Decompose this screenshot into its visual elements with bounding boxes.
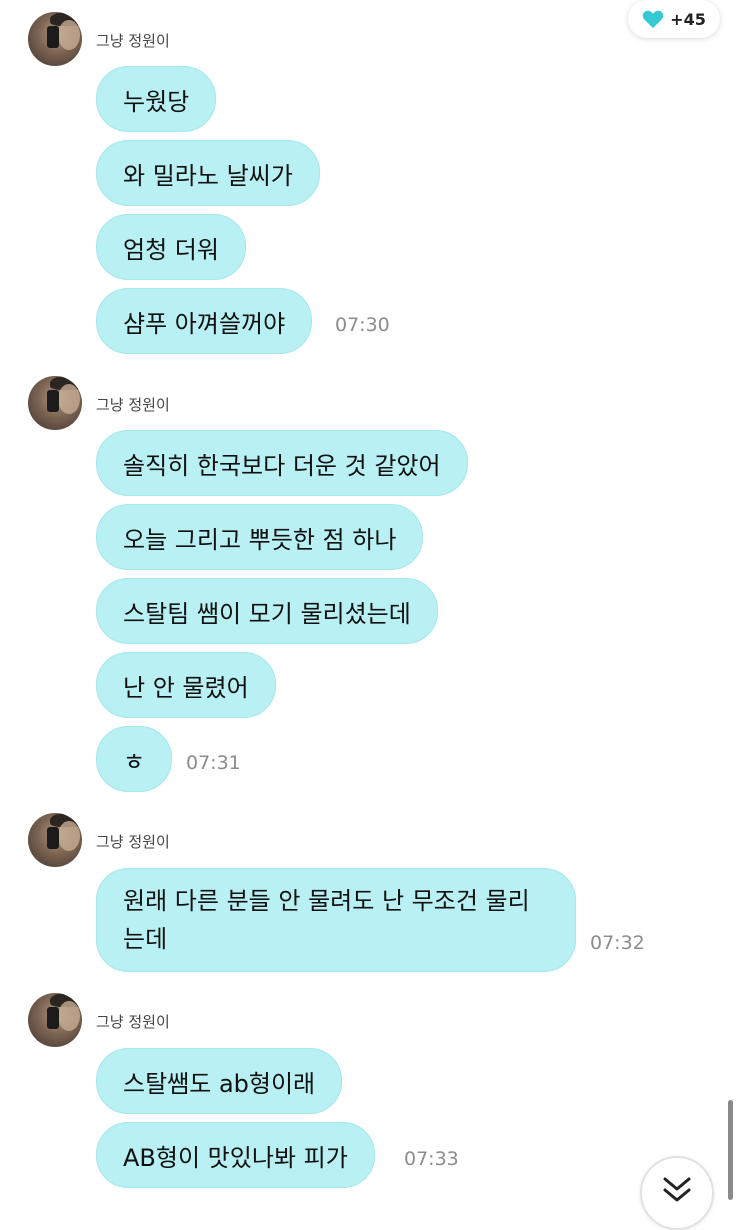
message-bubble[interactable]: 스탈쌤도 ab형이래 — [96, 1048, 343, 1114]
message-text: 엄청 더워 — [123, 235, 219, 264]
message-text: 스탈쌤도 ab형이래 — [123, 1069, 316, 1098]
chat-view: +45 그냥 정원이 누웠당 와 밀라노 날씨가 엄청 더워 샴푸 아껴쓸꺼야 … — [0, 0, 738, 1230]
message-bubble[interactable]: 솔직히 한국보다 더운 것 같았어 — [96, 430, 468, 496]
message-bubble[interactable]: 샴푸 아껴쓸꺼야 — [96, 288, 313, 354]
sender-avatar[interactable] — [28, 993, 82, 1047]
heart-count: +45 — [670, 9, 706, 29]
message-timestamp: 07:30 — [335, 314, 390, 336]
message-timestamp: 07:32 — [590, 932, 645, 954]
message-text: 원래 다른 분들 안 물려도 난 무조건 물리 는데 — [123, 882, 530, 958]
message-text: ㅎ — [123, 747, 146, 776]
message-bubble[interactable]: ㅎ — [96, 726, 173, 792]
message-text: 와 밀라노 날씨가 — [123, 161, 293, 190]
sender-name: 그냥 정원이 — [96, 1013, 170, 1031]
sender-avatar[interactable] — [28, 813, 82, 867]
message-text: 샴푸 아껴쓸꺼야 — [123, 309, 286, 338]
message-bubble[interactable]: AB형이 맛있나봐 피가 — [96, 1122, 375, 1188]
message-text: 스탈팀 쌤이 모기 물리셨는데 — [123, 599, 411, 628]
message-bubble[interactable]: 누웠당 — [96, 66, 217, 132]
heart-icon — [642, 10, 664, 29]
message-text: 난 안 물렸어 — [123, 673, 249, 702]
sender-name: 그냥 정원이 — [96, 396, 170, 414]
sender-name: 그냥 정원이 — [96, 32, 170, 50]
message-line: 원래 다른 분들 안 물려도 난 무조건 물리 — [123, 887, 530, 915]
message-bubble[interactable]: 와 밀라노 날씨가 — [96, 140, 320, 206]
message-bubble[interactable]: 원래 다른 분들 안 물려도 난 무조건 물리 는데 — [96, 868, 576, 972]
scrollbar-thumb[interactable] — [728, 1100, 733, 1200]
sender-name: 그냥 정원이 — [96, 833, 170, 851]
sender-avatar[interactable] — [28, 12, 82, 66]
scroll-to-bottom-button[interactable] — [640, 1156, 714, 1230]
message-text: 오늘 그리고 뿌듯한 점 하나 — [123, 525, 397, 554]
message-text: 솔직히 한국보다 더운 것 같았어 — [123, 451, 441, 480]
message-timestamp: 07:31 — [186, 752, 241, 774]
message-bubble[interactable]: 스탈팀 쌤이 모기 물리셨는데 — [96, 578, 438, 644]
message-line: 는데 — [123, 925, 168, 953]
message-timestamp: 07:33 — [404, 1148, 459, 1170]
message-text: AB형이 맛있나봐 피가 — [123, 1143, 348, 1172]
sender-avatar[interactable] — [28, 376, 82, 430]
message-bubble[interactable]: 난 안 물렸어 — [96, 652, 276, 718]
message-bubble[interactable]: 엄청 더워 — [96, 214, 246, 280]
message-bubble[interactable]: 오늘 그리고 뿌듯한 점 하나 — [96, 504, 424, 570]
heart-reaction-badge[interactable]: +45 — [628, 0, 720, 38]
message-text: 누웠당 — [123, 87, 190, 116]
